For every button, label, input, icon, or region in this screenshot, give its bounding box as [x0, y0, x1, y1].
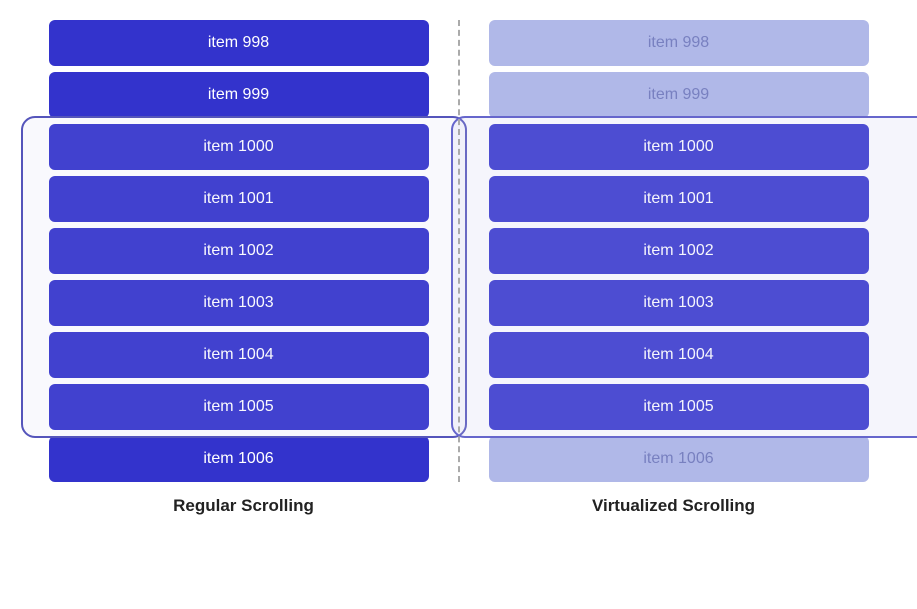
label-virtualized: Virtualized Scrolling — [459, 496, 889, 516]
right-item-1006: item 1006 — [489, 436, 869, 482]
labels-row: Regular Scrolling Virtualized Scrolling — [29, 496, 889, 516]
right-item-1000: item 1000 — [489, 124, 869, 170]
right-item-1003: item 1003 — [489, 280, 869, 326]
left-item-999: item 999 — [49, 72, 429, 118]
label-regular: Regular Scrolling — [29, 496, 459, 516]
cols-wrapper: item 998 item 999 item 1000 item 1001 item 1… — [29, 20, 889, 482]
right-item-1002: item 1002 — [489, 228, 869, 274]
right-item-1005: item 1005 — [489, 384, 869, 430]
right-item-1004: item 1004 — [489, 332, 869, 378]
left-item-1006: item 1006 — [49, 436, 429, 482]
diagram-container: item 998 item 999 item 1000 item 1001 item 1… — [29, 20, 889, 590]
left-item-1003: item 1003 — [49, 280, 429, 326]
inner-layout: item 998 item 999 item 1000 item 1001 item 1… — [29, 20, 889, 482]
right-item-999: item 999 — [489, 72, 869, 118]
left-item-1004: item 1004 — [49, 332, 429, 378]
col-left-regular: item 998 item 999 item 1000 item 1001 item 1… — [29, 20, 459, 482]
right-item-998: item 998 — [489, 20, 869, 66]
left-item-1000: item 1000 — [49, 124, 429, 170]
right-item-1001: item 1001 — [489, 176, 869, 222]
left-item-1002: item 1002 — [49, 228, 429, 274]
left-item-998: item 998 — [49, 20, 429, 66]
left-item-1005: item 1005 — [49, 384, 429, 430]
col-right-virtualized: item 998 item 999 item 1000 item 1001 item 1… — [459, 20, 889, 482]
column-divider — [458, 20, 460, 482]
left-item-1001: item 1001 — [49, 176, 429, 222]
